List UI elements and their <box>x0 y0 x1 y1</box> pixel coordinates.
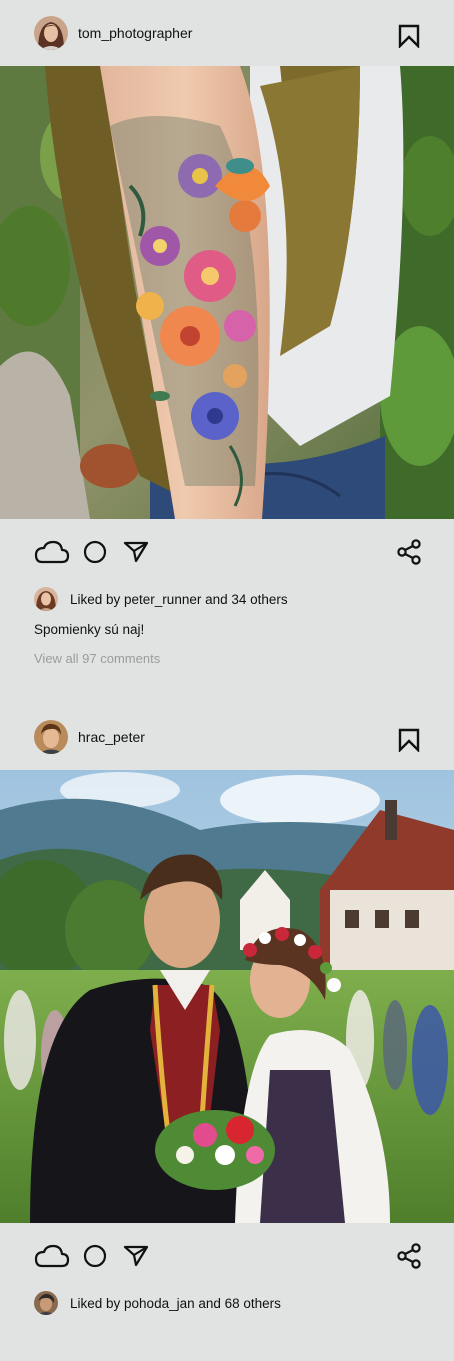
share-icon[interactable] <box>396 1243 422 1274</box>
post-username[interactable]: hrac_peter <box>78 729 145 745</box>
bookmark-icon[interactable] <box>398 728 420 753</box>
avatar[interactable] <box>34 16 68 50</box>
view-comments-link[interactable]: View all 97 comments <box>0 651 160 666</box>
post-header: tom_photographer <box>0 0 454 66</box>
send-icon[interactable] <box>123 1244 149 1273</box>
post-actions <box>0 519 454 585</box>
post-photo[interactable] <box>0 770 454 1223</box>
post-caption: Spomienky sú naj! <box>34 622 145 637</box>
post-header: hrac_peter <box>0 704 454 770</box>
likes-summary: Liked by pohoda_jan and 68 others <box>0 1289 454 1317</box>
send-icon[interactable] <box>123 540 149 569</box>
likes-text[interactable]: Liked by pohoda_jan and 68 others <box>70 1296 281 1311</box>
cloud-icon[interactable] <box>34 1243 70 1274</box>
post-photo[interactable] <box>0 66 454 519</box>
post-actions <box>0 1223 454 1289</box>
post-card: hrac_peter Liked by pohoda_jan and 68 ot… <box>0 704 454 1317</box>
circle-icon[interactable] <box>83 540 107 569</box>
liker-avatar[interactable] <box>34 587 58 611</box>
post-username[interactable]: tom_photographer <box>78 25 192 41</box>
bookmark-icon[interactable] <box>398 24 420 49</box>
liker-avatar[interactable] <box>34 1291 58 1315</box>
post-card: tom_photographer Liked by peter_runner a… <box>0 0 454 668</box>
cloud-icon[interactable] <box>34 539 70 570</box>
circle-icon[interactable] <box>83 1244 107 1273</box>
likes-summary: Liked by peter_runner and 34 others <box>0 585 454 613</box>
likes-text[interactable]: Liked by peter_runner and 34 others <box>70 592 288 607</box>
avatar[interactable] <box>34 720 68 754</box>
share-icon[interactable] <box>396 539 422 570</box>
